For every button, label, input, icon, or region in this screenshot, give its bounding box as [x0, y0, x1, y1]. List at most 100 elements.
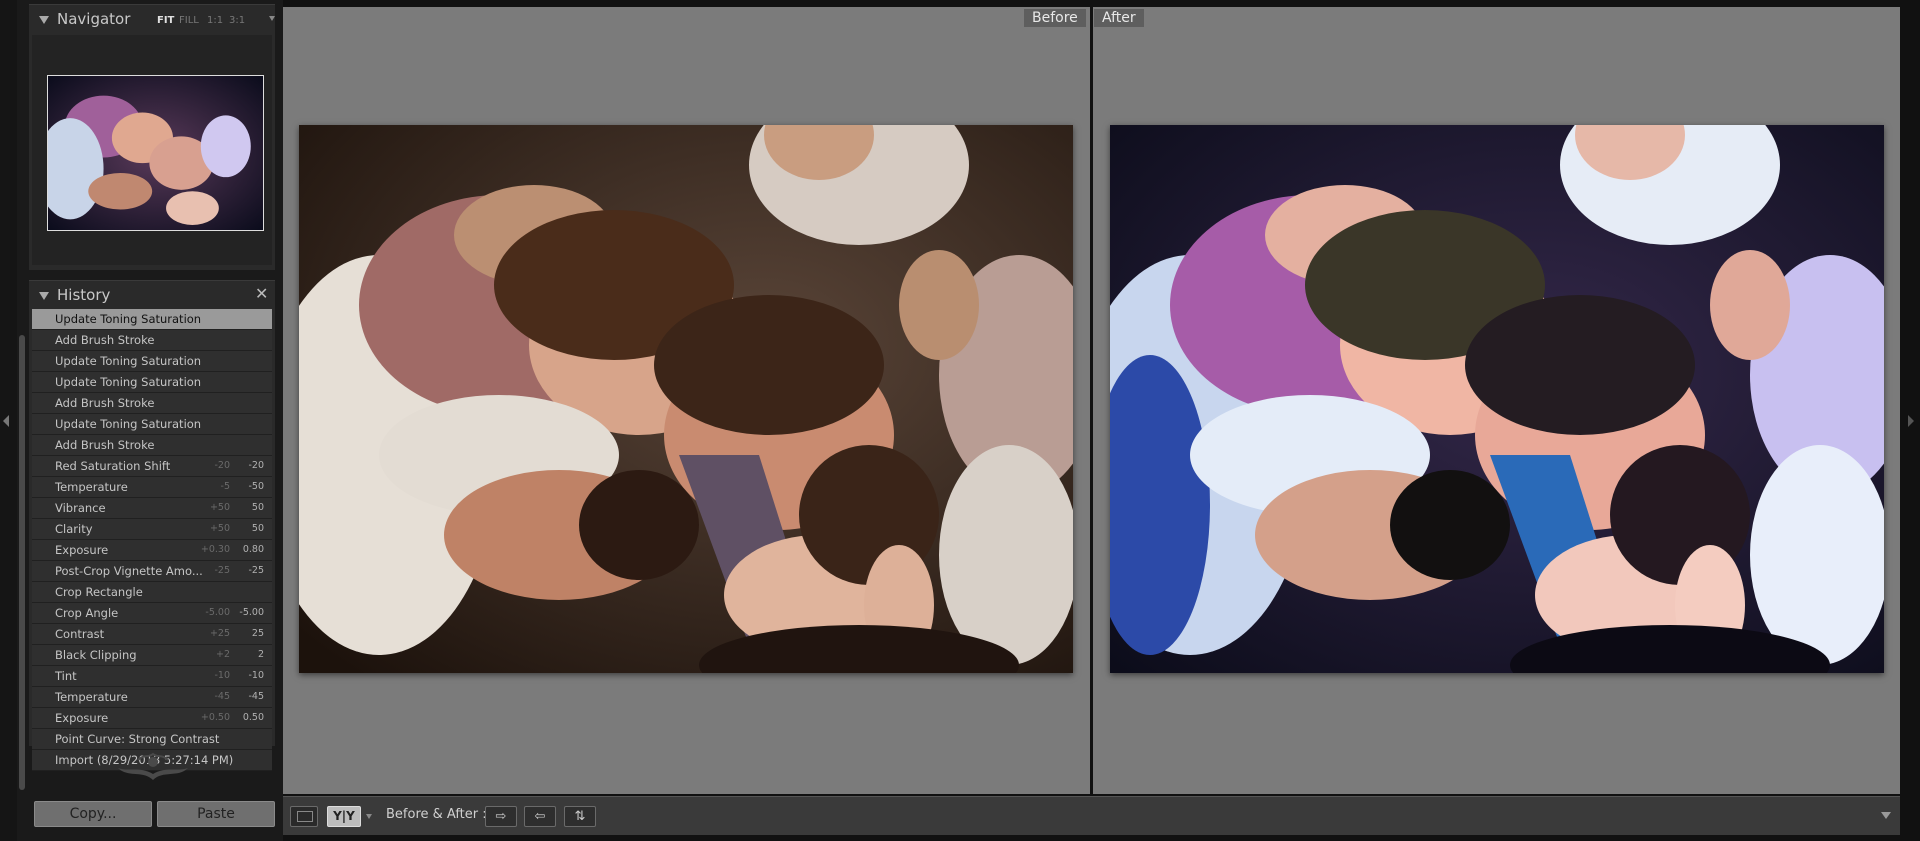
history-item[interactable]: Temperature -45 -45 [32, 687, 272, 708]
navigator-title: Navigator [57, 10, 131, 28]
collapse-triangle-icon[interactable] [39, 292, 49, 300]
history-item[interactable]: Tint -10 -10 [32, 666, 272, 687]
history-item-delta: -25 [214, 565, 230, 576]
history-item-value: -10 [248, 670, 264, 681]
navigator-header[interactable]: Navigator FIT FILL 1:1 3:1 [29, 5, 275, 35]
history-item-label: Update Toning Saturation [55, 354, 202, 368]
history-header[interactable]: History ✕ [29, 281, 275, 311]
panel-end-ornament-icon [118, 752, 188, 780]
history-item[interactable]: Update Toning Saturation [32, 414, 272, 435]
zoom-1-1[interactable]: 1:1 [207, 15, 223, 26]
history-item-label: Clarity [55, 522, 93, 536]
history-item[interactable]: Red Saturation Shift -20 -20 [32, 456, 272, 477]
history-item-label: Update Toning Saturation [55, 417, 202, 431]
history-item[interactable]: Update Toning Saturation [32, 372, 272, 393]
history-item[interactable]: Add Brush Stroke [32, 330, 272, 351]
history-item[interactable]: Add Brush Stroke [32, 435, 272, 456]
history-list: Update Toning Saturation Add Brush Stroke… [32, 309, 272, 771]
clear-history-icon[interactable]: ✕ [255, 284, 268, 303]
history-item[interactable]: Add Brush Stroke [32, 393, 272, 414]
history-item-label: Exposure [55, 711, 109, 725]
history-item[interactable]: Vibrance +50 50 [32, 498, 272, 519]
history-item-value: -20 [248, 460, 264, 471]
history-item-delta: +25 [209, 628, 230, 639]
navigator-panel: Navigator FIT FILL 1:1 3:1 [29, 4, 275, 270]
history-item-label: Point Curve: Strong Contrast [55, 732, 220, 746]
left-panel-arrow-icon[interactable] [3, 415, 9, 427]
scrollbar-thumb[interactable] [19, 335, 25, 790]
copy-button[interactable]: Copy... [34, 801, 152, 827]
history-item[interactable]: Update Toning Saturation [32, 351, 272, 372]
history-item[interactable]: Crop Rectangle [32, 582, 272, 603]
history-item-label: Post-Crop Vignette Amo... [55, 564, 203, 578]
history-item-label: Crop Rectangle [55, 585, 143, 599]
before-after-view-button[interactable]: Y|Y [327, 806, 361, 827]
history-item[interactable]: Black Clipping +2 2 [32, 645, 272, 666]
after-label: After [1094, 9, 1144, 27]
paste-button[interactable]: Paste [157, 801, 275, 827]
navigator-preview[interactable] [32, 35, 272, 265]
copy-before-to-after-button[interactable]: ⇨ [485, 806, 517, 827]
history-item[interactable]: Exposure +0.50 0.50 [32, 708, 272, 729]
before-after-label: Before & After : [386, 807, 487, 822]
loupe-icon [297, 811, 313, 822]
history-item[interactable]: Post-Crop Vignette Amo... -25 -25 [32, 561, 272, 582]
history-item-delta: +2 [215, 649, 230, 660]
zoom-fill[interactable]: FILL [179, 15, 199, 26]
view-mode-dropdown-icon[interactable] [366, 814, 372, 819]
history-item-value: 50 [251, 502, 264, 513]
history-item[interactable]: Contrast +25 25 [32, 624, 272, 645]
compare-divider [1090, 7, 1093, 794]
history-item-value: -45 [248, 691, 264, 702]
before-label: Before [1024, 9, 1086, 27]
history-item-label: Add Brush Stroke [55, 396, 155, 410]
history-item-delta: +50 [209, 502, 230, 513]
history-item-label: Tint [55, 669, 77, 683]
history-item-value: 25 [251, 628, 264, 639]
history-item-delta: +50 [209, 523, 230, 534]
history-item-delta: -10 [214, 670, 230, 681]
history-item-delta: +0.50 [200, 712, 230, 723]
after-photo[interactable] [1110, 125, 1884, 673]
history-item[interactable]: Update Toning Saturation [32, 309, 272, 330]
history-item-label: Update Toning Saturation [55, 375, 202, 389]
history-item[interactable]: Temperature -5 -50 [32, 477, 272, 498]
history-item[interactable]: Point Curve: Strong Contrast [32, 729, 272, 750]
history-item-label: Black Clipping [55, 648, 137, 662]
history-item-value: -5.00 [239, 607, 264, 618]
zoom-dropdown-icon[interactable] [269, 16, 275, 21]
history-panel: History ✕ Update Toning Saturation Add Br… [29, 280, 275, 771]
copy-after-to-before-button[interactable]: ⇦ [524, 806, 556, 827]
history-item-value: -50 [248, 481, 264, 492]
history-item[interactable]: Clarity +50 50 [32, 519, 272, 540]
history-item-label: Temperature [55, 480, 128, 494]
zoom-fit[interactable]: FIT [157, 15, 174, 26]
swap-before-after-button[interactable]: ⇅ [564, 806, 596, 827]
toolbar: Y|Y Before & After : ⇨ ⇦ ⇅ [283, 796, 1900, 835]
history-item-label: Vibrance [55, 501, 106, 515]
history-item-label: Temperature [55, 690, 128, 704]
history-item-label: Update Toning Saturation [55, 312, 202, 326]
toolbar-options-dropdown-icon[interactable] [1881, 812, 1891, 819]
history-item-delta: -5.00 [205, 607, 230, 618]
history-item-delta: -20 [214, 460, 230, 471]
before-photo[interactable] [299, 125, 1073, 673]
history-item-label: Contrast [55, 627, 105, 641]
history-item-label: Add Brush Stroke [55, 333, 155, 347]
history-item[interactable]: Exposure +0.30 0.80 [32, 540, 272, 561]
loupe-view-button[interactable] [290, 806, 318, 827]
history-item-value: 2 [257, 649, 264, 660]
history-item-label: Crop Angle [55, 606, 119, 620]
history-item-value: -25 [248, 565, 264, 576]
right-panel-arrow-icon[interactable] [1908, 415, 1914, 427]
history-item[interactable]: Crop Angle -5.00 -5.00 [32, 603, 272, 624]
history-item-label: Red Saturation Shift [55, 459, 171, 473]
history-item-delta: -45 [214, 691, 230, 702]
history-item-label: Add Brush Stroke [55, 438, 155, 452]
history-item-value: 50 [251, 523, 264, 534]
history-item-value: 0.80 [242, 544, 264, 555]
zoom-3-1[interactable]: 3:1 [229, 15, 245, 26]
collapse-triangle-icon[interactable] [39, 16, 49, 24]
history-item-label: Exposure [55, 543, 109, 557]
navigator-thumbnail[interactable] [47, 75, 264, 231]
